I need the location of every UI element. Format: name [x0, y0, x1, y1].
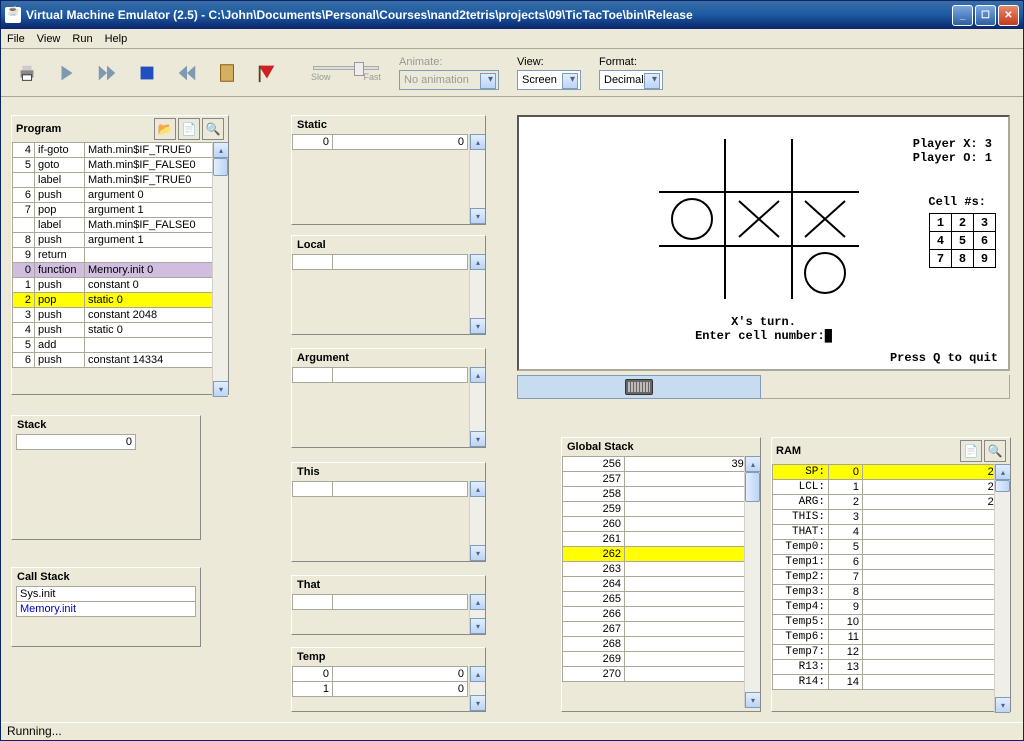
close-button[interactable]: ✕	[998, 5, 1019, 26]
format-dropdown[interactable]: Format: Decimal	[599, 56, 663, 90]
ram-scrollbar[interactable]: ▴▾	[994, 464, 1010, 713]
speed-slider[interactable]: SlowFast	[311, 64, 381, 82]
toolbar: SlowFast Animate: No animation View: Scr…	[1, 49, 1023, 97]
menu-run[interactable]: Run	[72, 33, 92, 45]
stack-panel: Stack 0	[11, 415, 201, 540]
open-folder-button[interactable]: 📂	[154, 118, 176, 140]
keyboard-input[interactable]	[517, 375, 761, 399]
prompt-text: Enter cell number:█	[519, 329, 1008, 343]
ram-table[interactable]: SP:0262LCL:1261ARG:2256THIS:30THAT:40Tem…	[772, 464, 1010, 690]
local-panel: Local▴▾	[291, 235, 486, 335]
keyboard-icon	[625, 379, 653, 395]
static-panel: Static00▴▾	[291, 115, 486, 225]
menu-view[interactable]: View	[37, 33, 61, 45]
cells-title: Cell #s:	[928, 195, 986, 209]
script-button[interactable]	[211, 57, 243, 89]
globalstack-scrollbar[interactable]: ▴▾	[744, 456, 760, 708]
this-panel: This▴▾	[291, 462, 486, 562]
menu-help[interactable]: Help	[105, 33, 128, 45]
print-button[interactable]	[11, 57, 43, 89]
rewind-button[interactable]	[171, 57, 203, 89]
argument-panel: Argument▴▾	[291, 348, 486, 448]
step-button[interactable]	[51, 57, 83, 89]
new-file-button[interactable]: 📄	[178, 118, 200, 140]
ram-save-button[interactable]: 📄	[960, 440, 982, 462]
workarea: Program 📂 📄 🔍 4if-gotoMath.min$IF_TRUE05…	[1, 97, 1023, 722]
program-scrollbar[interactable]: ▴▾	[212, 142, 228, 397]
tic-tac-toe-board	[659, 139, 859, 299]
turn-text: X's turn.	[519, 315, 1008, 329]
titlebar[interactable]: Virtual Machine Emulator (2.5) - C:\John…	[1, 1, 1023, 29]
statusbar: Running...	[1, 722, 1023, 740]
breakpoint-button[interactable]	[251, 57, 283, 89]
menubar: File View Run Help	[1, 29, 1023, 49]
minimize-button[interactable]: _	[952, 5, 973, 26]
temp-panel: Temp0010▴▾	[291, 647, 486, 712]
screen-canvas: Player X: 3 Player O: 1 Cell #s: 123 456…	[517, 115, 1010, 371]
app-window: Virtual Machine Emulator (2.5) - C:\John…	[0, 0, 1024, 741]
maximize-button[interactable]: ☐	[975, 5, 996, 26]
ram-panel: RAM 📄 🔍 SP:0262LCL:1261ARG:2256THIS:30TH…	[771, 437, 1011, 712]
globalstack-table[interactable]: 2563958257025802590260026102620263026402…	[562, 456, 760, 682]
quit-text: Press Q to quit	[890, 351, 998, 365]
animate-dropdown[interactable]: Animate: No animation	[399, 56, 499, 90]
score-x: Player X: 3	[913, 137, 992, 151]
window-title: Virtual Machine Emulator (2.5) - C:\John…	[26, 8, 952, 22]
program-panel: Program 📂 📄 🔍 4if-gotoMath.min$IF_TRUE05…	[11, 115, 229, 395]
that-panel: That▴▾	[291, 575, 486, 635]
ram-find-button[interactable]: 🔍	[984, 440, 1006, 462]
program-table[interactable]: 4if-gotoMath.min$IF_TRUE05gotoMath.min$I…	[12, 142, 228, 368]
find-button[interactable]: 🔍	[202, 118, 224, 140]
java-icon	[5, 7, 21, 23]
score-o: Player O: 1	[913, 151, 992, 165]
cell-guide: 123 456 789	[929, 213, 996, 268]
view-dropdown[interactable]: View: Screen	[517, 56, 581, 90]
stop-button[interactable]	[131, 57, 163, 89]
menu-file[interactable]: File	[7, 33, 25, 45]
callstack-panel: Call Stack Sys.initMemory.init	[11, 567, 201, 647]
globalstack-panel: Global Stack 256395825702580259026002610…	[561, 437, 761, 712]
fast-forward-button[interactable]	[91, 57, 123, 89]
